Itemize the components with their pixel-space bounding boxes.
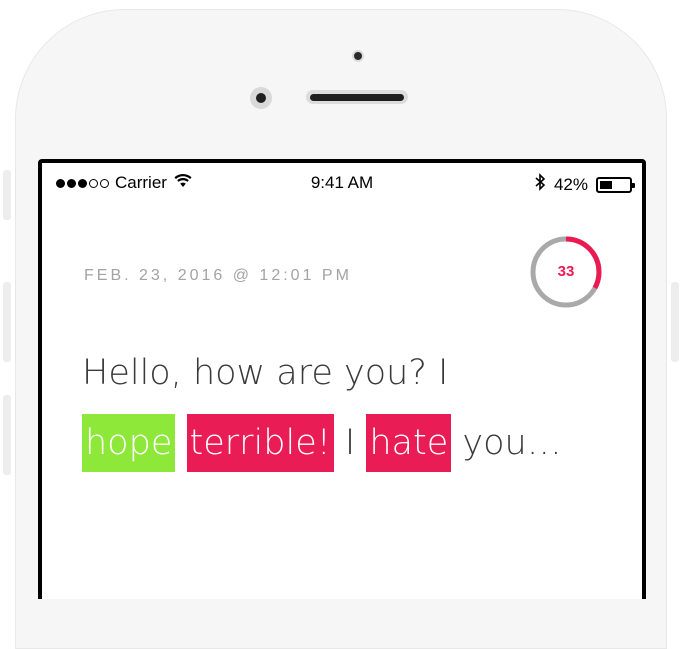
message-text: Hello, how are you? I hope terrible! I h…: [82, 337, 602, 477]
status-bar: Carrier 9:41 AM 42%: [42, 163, 642, 203]
battery-icon: [596, 176, 635, 193]
message-line-1: Hello, how are you? I: [82, 337, 602, 407]
score-value: 33: [557, 263, 575, 280]
screen-content: Carrier 9:41 AM 42% FEB. 23, 2016 @ 12:0…: [42, 163, 642, 599]
status-right: 42%: [535, 173, 635, 196]
front-camera-icon: [250, 87, 272, 109]
message-word: I: [344, 423, 356, 463]
volume-up-button[interactable]: [3, 282, 11, 362]
message-word: you…: [462, 423, 562, 463]
battery-percent: 42%: [553, 174, 588, 194]
highlight-positive-word[interactable]: hope: [82, 414, 176, 472]
top-camera-icon: [352, 50, 364, 62]
volume-down-button[interactable]: [3, 395, 11, 475]
mute-switch[interactable]: [3, 170, 11, 220]
power-button[interactable]: [671, 282, 679, 362]
phone-screen: Carrier 9:41 AM 42% FEB. 23, 2016 @ 12:0…: [38, 159, 646, 599]
battery-level: [600, 180, 612, 189]
highlight-negative-word[interactable]: hate: [366, 414, 452, 472]
message-line-2: hope terrible! I hate you…: [82, 407, 602, 477]
bluetooth-icon: [535, 173, 546, 196]
highlight-negative-word[interactable]: terrible!: [186, 414, 334, 472]
sentiment-score-ring[interactable]: 33: [528, 234, 604, 310]
message-line-1-text: Hello, how are you? I: [82, 353, 449, 393]
message-timestamp: FEB. 23, 2016 @ 12:01 PM: [84, 267, 352, 284]
earpiece-speaker: [306, 90, 408, 104]
